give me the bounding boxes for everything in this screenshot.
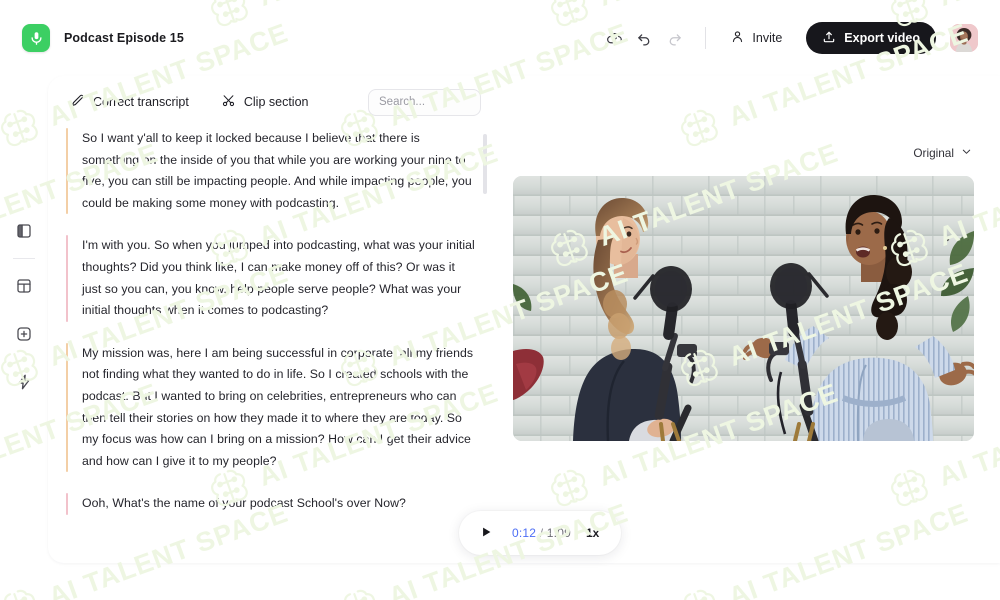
speaker-marker bbox=[66, 342, 68, 473]
person-icon bbox=[730, 29, 745, 47]
transcript-paragraph[interactable]: Ooh, What's the name of your podcast Sch… bbox=[66, 493, 477, 515]
upload-icon bbox=[822, 30, 836, 47]
play-button[interactable] bbox=[473, 520, 499, 546]
pencil-icon bbox=[70, 93, 85, 111]
app-root: Podcast Episode 15 Invite Export video C… bbox=[0, 0, 1000, 600]
play-icon bbox=[479, 525, 493, 542]
transcript-text: Ooh, What's the name of your podcast Sch… bbox=[82, 496, 406, 511]
speaker-marker bbox=[66, 235, 68, 322]
time-separator: / bbox=[539, 526, 544, 540]
left-rail bbox=[0, 76, 48, 600]
speaker-marker bbox=[66, 128, 68, 215]
current-time: 0:12 bbox=[512, 526, 537, 540]
top-bar: Podcast Episode 15 Invite Export video bbox=[0, 0, 1000, 76]
export-label: Export video bbox=[844, 31, 920, 45]
export-video-button[interactable]: Export video bbox=[806, 22, 936, 54]
transcript-scrollbar[interactable] bbox=[483, 134, 487, 194]
search-input[interactable] bbox=[368, 88, 481, 116]
chevron-down-icon bbox=[961, 146, 972, 160]
version-row: Original bbox=[513, 76, 974, 176]
top-bar-actions: Invite Export video bbox=[599, 22, 978, 54]
transcript-paragraph[interactable]: I'm with you. So when you jumped into po… bbox=[66, 235, 477, 322]
transcript-paragraph[interactable]: So I want y'all to keep it locked becaus… bbox=[66, 128, 477, 215]
scissors-icon bbox=[221, 93, 236, 111]
clip-section-button[interactable]: Clip section bbox=[213, 87, 317, 117]
transcript-text: My mission was, here I am being successf… bbox=[82, 345, 474, 468]
playback-speed-button[interactable]: 1x bbox=[584, 524, 601, 542]
transcript-paragraph-list: So I want y'all to keep it locked becaus… bbox=[66, 128, 477, 515]
transcript-body[interactable]: So I want y'all to keep it locked becaus… bbox=[48, 128, 495, 563]
editor-card: Correct transcript Clip section Search..… bbox=[48, 76, 1000, 563]
version-label: Original bbox=[913, 146, 954, 160]
media-player: 0:12 / 1:09 1x bbox=[459, 511, 622, 555]
cloud-check-icon[interactable] bbox=[599, 23, 629, 53]
video-preview[interactable] bbox=[513, 176, 974, 441]
version-select[interactable]: Original bbox=[911, 142, 974, 164]
correct-transcript-label: Correct transcript bbox=[93, 95, 189, 109]
microphone-icon bbox=[22, 24, 50, 52]
invite-button[interactable]: Invite bbox=[722, 23, 790, 53]
invite-label: Invite bbox=[752, 31, 783, 45]
time-readout: 0:12 / 1:09 bbox=[512, 526, 571, 540]
brand: Podcast Episode 15 bbox=[22, 24, 184, 52]
avatar[interactable] bbox=[950, 24, 978, 52]
transcript-text: I'm with you. So when you jumped into po… bbox=[82, 238, 475, 318]
redo-icon[interactable] bbox=[659, 23, 689, 53]
undo-icon[interactable] bbox=[629, 23, 659, 53]
layout-grid-icon[interactable] bbox=[11, 273, 37, 299]
total-time: 1:09 bbox=[546, 526, 571, 540]
plus-square-icon[interactable] bbox=[11, 321, 37, 347]
page-title: Podcast Episode 15 bbox=[64, 31, 184, 45]
search-wrapper bbox=[368, 88, 481, 116]
clip-section-label: Clip section bbox=[243, 95, 309, 109]
lightning-bolt-icon[interactable] bbox=[11, 369, 37, 395]
toolbar-divider bbox=[705, 27, 707, 49]
preview-pane: Original bbox=[495, 76, 1000, 563]
speaker-marker bbox=[66, 493, 68, 515]
correct-transcript-button[interactable]: Correct transcript bbox=[62, 87, 197, 117]
transcript-toolbar: Correct transcript Clip section bbox=[48, 76, 495, 128]
rail-divider bbox=[13, 258, 35, 259]
transcript-pane: Correct transcript Clip section Search..… bbox=[48, 76, 495, 563]
transcript-paragraph[interactable]: My mission was, here I am being successf… bbox=[66, 342, 477, 473]
sidebar-panel-icon[interactable] bbox=[11, 218, 37, 244]
transcript-text: So I want y'all to keep it locked becaus… bbox=[82, 131, 472, 210]
